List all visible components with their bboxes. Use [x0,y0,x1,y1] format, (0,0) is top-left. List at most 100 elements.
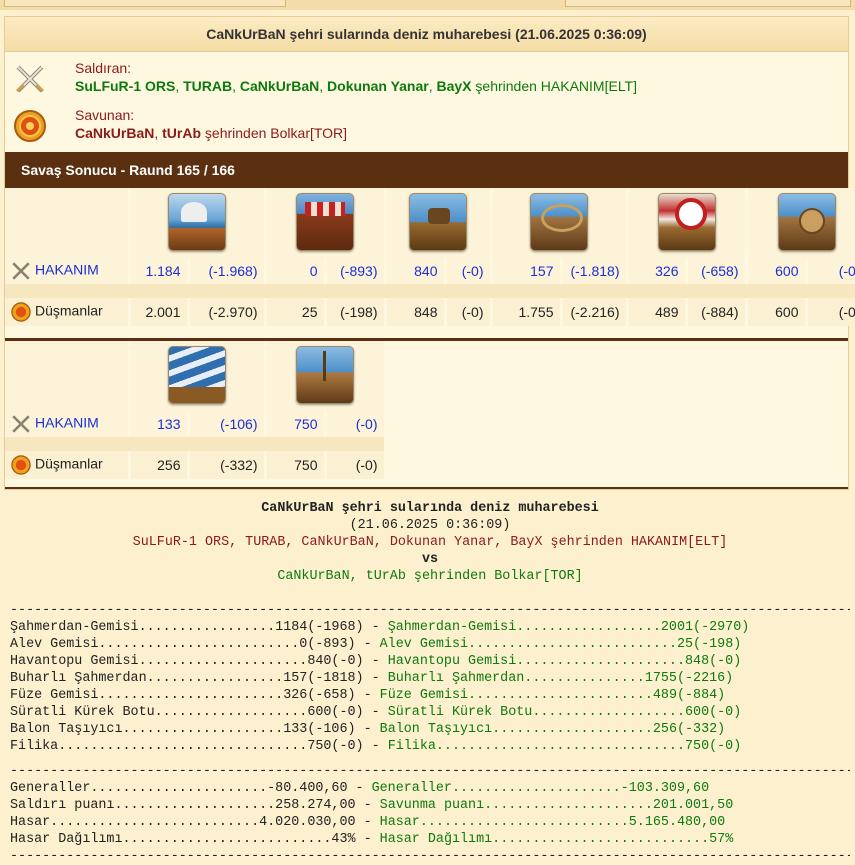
unit-count: 750 [265,451,327,479]
attacker-suffix: şehrinden HAKANIM[ELT] [475,78,638,94]
report-line: Saldırı puanı....................258.274… [10,797,850,814]
attacker-player[interactable]: SuLFuR-1 ORS [75,78,175,94]
crossed-swords-icon [12,415,30,433]
report-divider: ----------------------------------------… [10,849,850,864]
report-line: Havantopu Gemisi.....................840… [10,653,850,670]
units-grid-2: HAKANIM 133 (-106) 750 (-0) Düşmanlar 256(… [5,341,387,479]
paddle-ram-icon [530,192,588,251]
report-line-sep: - [363,620,388,635]
report-line-right: Şahmerdan-Gemisi..................2001(-… [387,620,750,635]
report-line-right: Savunma puanı.....................201.00… [379,798,734,813]
report-summary-lines: Generaller......................-80.400,… [10,780,850,848]
report-line-left: Generaller......................-80.400,… [10,781,348,796]
report-line: Balon Taşıyıcı....................133(-1… [10,721,850,738]
report-line-left: Şahmerdan-Gemisi.................1184(-1… [10,620,364,635]
report-line-right: Hasar..........................5.165.480… [379,815,726,830]
unit-count: 133 [129,411,190,437]
report-line: Hasar Dağılımı..........................… [10,831,850,848]
report-vs: vs [421,552,439,567]
unit-loss: (-0) [445,298,493,326]
report-line-sep: - [363,654,388,669]
report-line-right: Buharlı Şahmerdan...............1755(-22… [387,671,734,686]
report-line-sep: - [355,832,380,847]
report-line-left: Süratli Kürek Botu...................600… [10,705,364,720]
report-line-sep: - [355,722,380,737]
unit-count: 256 [129,451,190,479]
unit-loss: (-2.970) [188,298,267,326]
battle-report-text: CaNkUrBaN şehri sularında deniz muharebe… [10,500,850,865]
steam-ram-ship-icon [168,192,226,251]
defender-player[interactable]: CaNkUrBaN [75,125,154,141]
our-side-name[interactable]: HAKANIM [35,262,99,278]
top-tab-right[interactable] [565,0,851,7]
report-line-left: Hasar Dağılımı..........................… [10,832,356,847]
attacker-label: Saldıran: [75,60,132,76]
report-line-left: Füze Gemisi.......................326(-6… [10,688,356,703]
unit-count: 1.184 [129,258,190,284]
report-defenders: CaNkUrBaN, tUrAb şehrinden Bolkar[TOR] [277,569,583,584]
fire-ship-icon [296,192,354,251]
report-unit-lines: Şahmerdan-Gemisi.................1184(-1… [10,619,850,755]
attacker-player[interactable]: BayX [437,78,472,94]
report-line: Buharlı Şahmerdan.................157(-1… [10,670,850,687]
balloon-carrier-icon [168,345,226,404]
enemy-side-name: Düşmanlar [35,302,103,319]
unit-count: 157 [491,258,563,284]
report-line-right: Füze Gemisi.......................489(-8… [379,688,726,703]
report-line: Şahmerdan-Gemisi.................1184(-1… [10,619,850,636]
unit-count: 2.001 [129,298,190,326]
report-line-left: Alev Gemisi.........................0(-8… [10,637,356,652]
top-bar [0,0,855,10]
report-line-left: Buharlı Şahmerdan.................157(-1… [10,671,364,686]
unit-loss: (-1.818) [561,258,629,284]
unit-loss: (-0) [325,411,387,437]
report-line: Hasar..........................4.020.030… [10,814,850,831]
unit-count: 600 [746,298,808,326]
panel-bottom-divider [5,487,848,489]
report-line: Süratli Kürek Botu...................600… [10,704,850,721]
attacker-player[interactable]: CaNkUrBaN [240,78,319,94]
report-line-right: Filika...............................750… [387,739,742,754]
report-line: Alev Gemisi.........................0(-8… [10,636,850,653]
defender-suffix: şehrinden Bolkar[TOR] [204,125,348,141]
unit-count: 25 [265,298,327,326]
unit-loss: (-1.968) [188,258,267,284]
mortar-ship-icon [409,192,467,251]
report-line-sep: - [363,705,388,720]
unit-count: 489 [627,298,688,326]
unit-loss: (-0) [445,258,493,284]
report-line-right: Alev Gemisi..........................25(… [379,637,742,652]
report-line-right: Hasar Dağılımı..........................… [379,832,734,847]
report-divider: ----------------------------------------… [10,764,850,779]
defender-player[interactable]: tUrAb [162,125,201,141]
unit-count: 1.755 [491,298,563,326]
report-attackers: SuLFuR-1 ORS, TURAB, CaNkUrBaN, Dokunan … [132,535,728,550]
unit-loss: (-658) [686,258,748,284]
shield-icon [11,455,31,475]
rocket-ship-icon [657,192,716,251]
top-tab-left[interactable] [4,0,286,7]
our-side-name[interactable]: HAKANIM [35,415,99,431]
crossed-swords-icon [16,65,44,93]
unit-count: 326 [627,258,688,284]
attacker-player[interactable]: TURAB [183,78,232,94]
report-line-right: Generaller.....................-103.309,… [371,781,710,796]
report-line-left: Balon Taşıyıcı....................133(-1… [10,722,356,737]
unit-loss: (-2.216) [561,298,629,326]
defender-names: CaNkUrBaN, tUrAb şehrinden Bolkar[TOR] [75,125,348,141]
enemy-side-label: Düşmanlar [5,451,131,479]
unit-loss: (-0) [806,258,855,284]
defender-label: Savunan: [75,107,135,123]
report-line: Füze Gemisi.......................326(-6… [10,687,850,704]
enemy-side-label: Düşmanlar [5,298,131,326]
shield-icon [11,302,31,322]
units-grid-1: HAKANIM 1.184 (-1.968) 0 (-893) 840 (-0) 15… [5,188,855,326]
report-line: Generaller......................-80.400,… [10,780,850,797]
our-side-label: HAKANIM [5,411,131,437]
unit-loss: (-106) [188,411,267,437]
enemy-side-name: Düşmanlar [35,455,103,472]
attacker-player[interactable]: Dokunan Yanar [327,78,429,94]
unit-loss: (-332) [188,451,267,479]
battle-result-header: Savaş Sonucu - Raund 165 / 166 [5,152,848,188]
battle-title: CaNkUrBaN şehri sularında deniz muharebe… [5,17,848,52]
